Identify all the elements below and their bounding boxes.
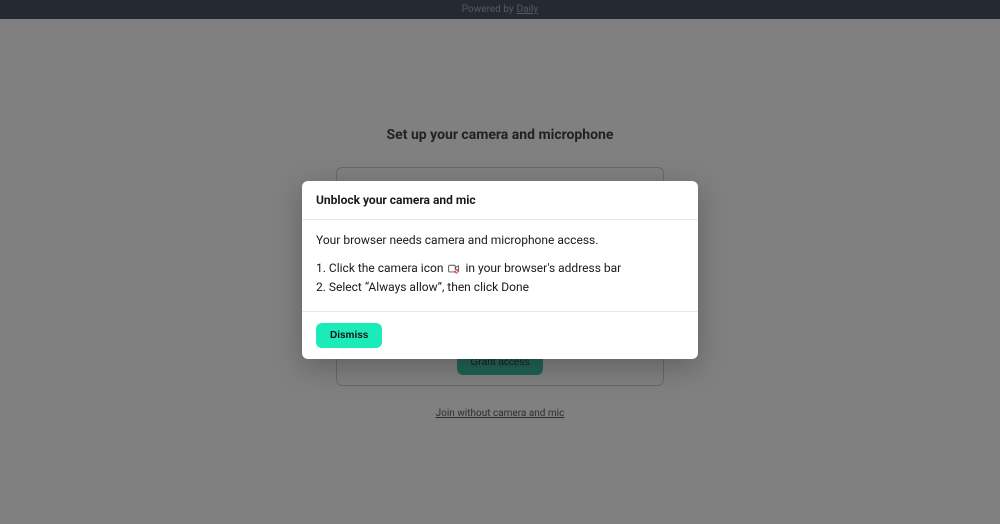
modal-footer: Dismiss [302,312,698,359]
modal-step-2: 2. Select “Always allow”, then click Don… [316,278,684,297]
dismiss-button[interactable]: Dismiss [316,323,382,348]
modal-body: Your browser needs camera and microphone… [302,220,698,312]
modal-instructions-list: 1. Click the camera icon in your browser… [316,259,684,296]
modal-title: Unblock your camera and mic [316,193,684,207]
modal-header: Unblock your camera and mic [302,181,698,220]
modal-step-1: 1. Click the camera icon in your browser… [316,259,684,278]
modal-intro-text: Your browser needs camera and microphone… [316,232,684,249]
modal-overlay: Unblock your camera and mic Your browser… [0,0,1000,524]
step1-suffix: in your browser's address bar [465,259,621,278]
unblock-modal: Unblock your camera and mic Your browser… [302,181,698,359]
camera-blocked-icon [447,263,461,275]
step1-prefix: 1. Click the camera icon [316,259,443,278]
